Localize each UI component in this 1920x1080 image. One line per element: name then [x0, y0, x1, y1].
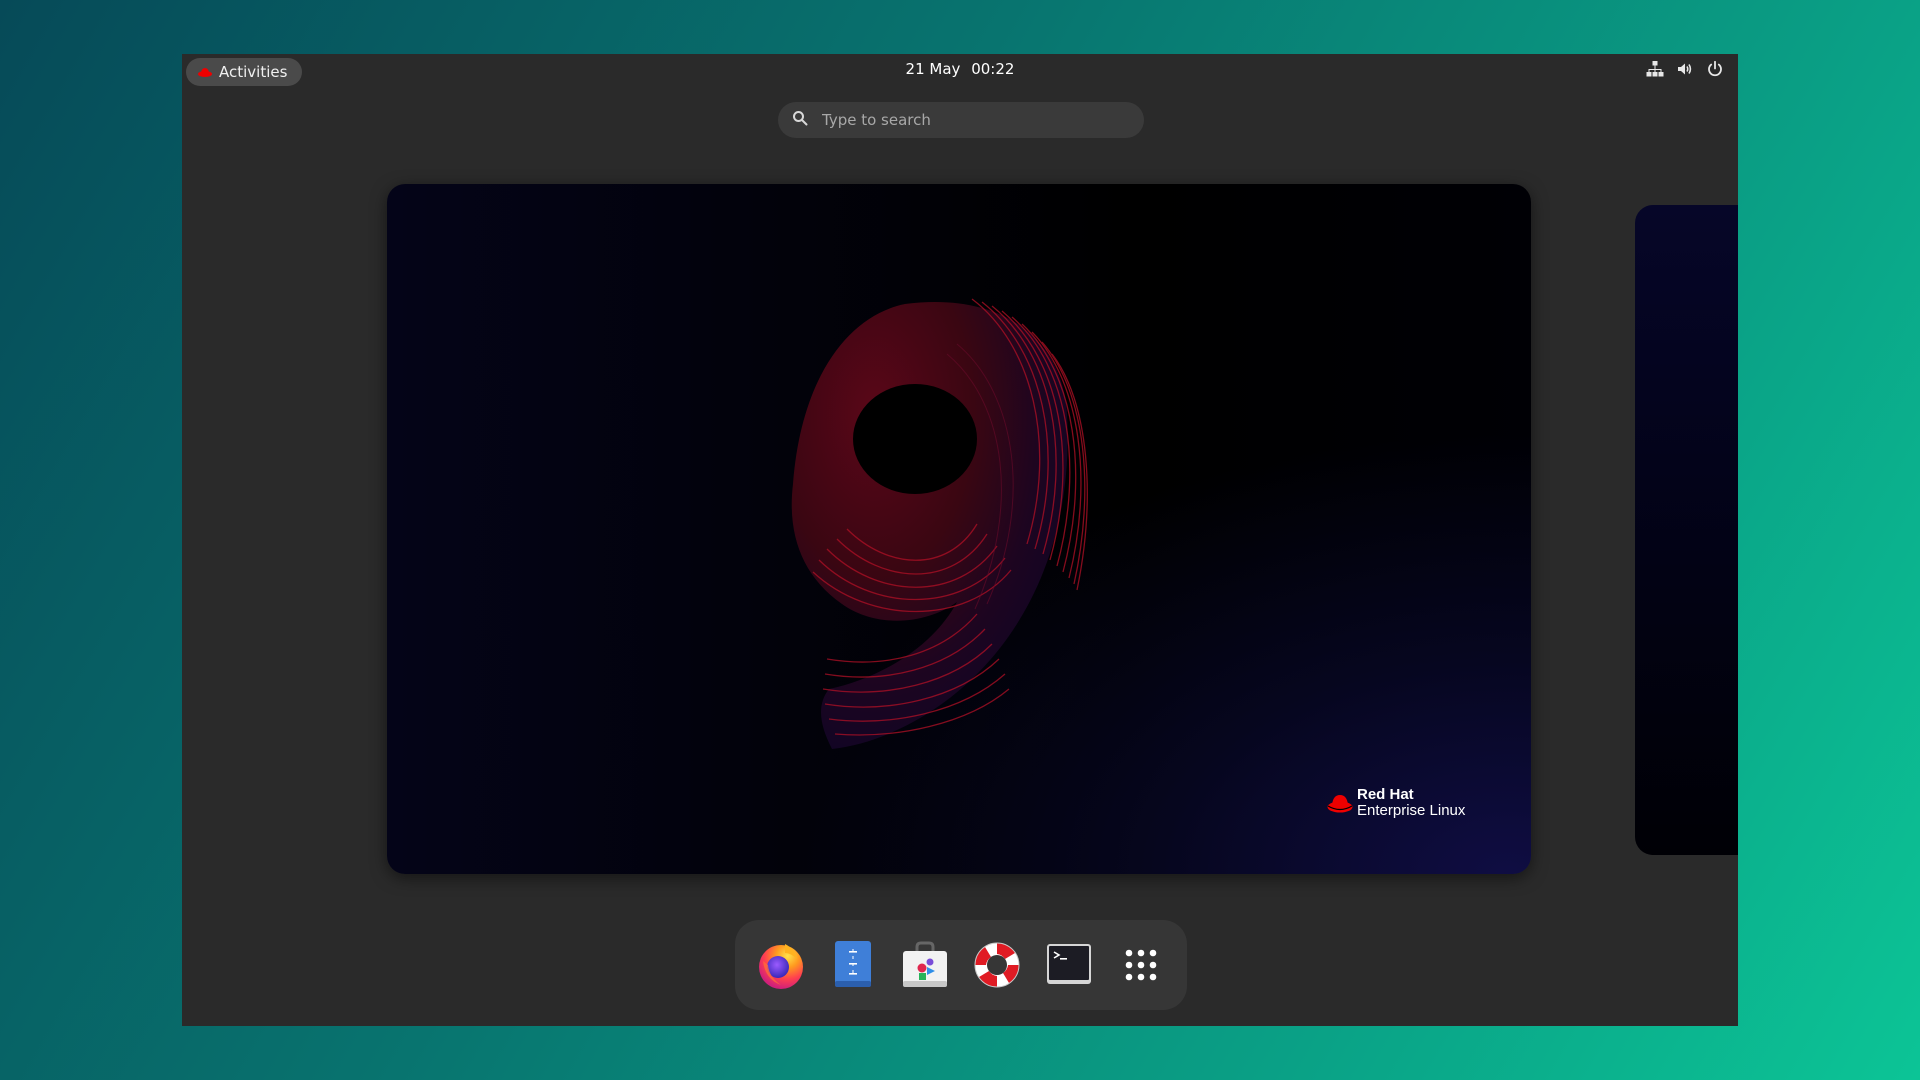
firefox-icon	[759, 944, 803, 989]
clock-time: 00:22	[971, 60, 1015, 78]
workspace-thumbnail-next[interactable]	[1635, 205, 1738, 855]
top-bar: Activities 21 May 00:22	[182, 54, 1738, 86]
power-icon[interactable]	[1706, 60, 1724, 78]
search-icon	[792, 110, 808, 130]
dock-app-firefox[interactable]	[753, 937, 809, 993]
software-store-icon	[903, 941, 947, 987]
redhat-hat-icon	[1327, 795, 1353, 813]
wallpaper-nine-graphic	[791, 298, 1088, 749]
clock-date: 21 May	[905, 60, 961, 78]
logo-line1: Red Hat	[1357, 786, 1414, 803]
dock-app-text-editor[interactable]	[825, 937, 881, 993]
system-tray[interactable]	[1646, 60, 1724, 78]
volume-icon[interactable]	[1676, 60, 1694, 78]
logo-line2: Enterprise Linux	[1357, 802, 1466, 819]
search-input[interactable]	[820, 110, 1104, 130]
text-editor-icon	[835, 941, 871, 987]
dash-dock	[735, 920, 1187, 1010]
dock-app-terminal[interactable]	[1041, 937, 1097, 993]
help-icon	[974, 942, 1020, 988]
network-icon[interactable]	[1646, 60, 1664, 78]
dock-show-apps[interactable]	[1113, 937, 1169, 993]
dock-app-help[interactable]	[969, 937, 1025, 993]
dock-app-software[interactable]	[897, 937, 953, 993]
desktop-screen: Activities 21 May 00:22 Type to search R…	[182, 54, 1738, 1026]
clock-button[interactable]: 21 May 00:22	[182, 60, 1738, 78]
search-bar[interactable]	[778, 102, 1144, 138]
workspace-thumbnail-active[interactable]: Red Hat Enterprise Linux	[387, 184, 1531, 874]
redhat-logo: Red Hat Enterprise Linux	[1327, 787, 1465, 819]
terminal-icon	[1047, 944, 1091, 984]
show-apps-icon	[1125, 949, 1157, 981]
